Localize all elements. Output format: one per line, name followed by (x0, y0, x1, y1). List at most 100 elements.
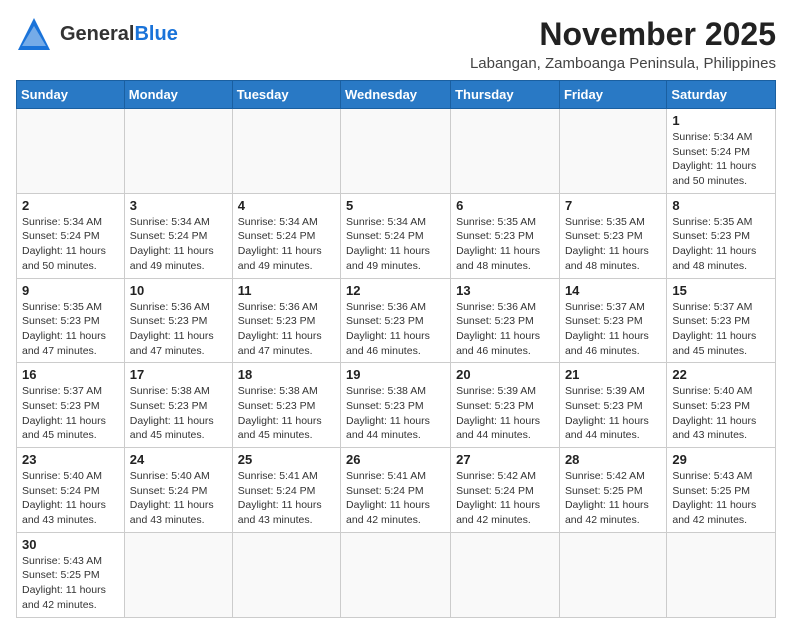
day-info: Sunrise: 5:35 AM Sunset: 5:23 PM Dayligh… (672, 215, 770, 274)
day-info: Sunrise: 5:40 AM Sunset: 5:24 PM Dayligh… (130, 469, 227, 528)
day-info: Sunrise: 5:42 AM Sunset: 5:24 PM Dayligh… (456, 469, 554, 528)
calendar-cell: 19Sunrise: 5:38 AM Sunset: 5:23 PM Dayli… (341, 363, 451, 448)
calendar-cell (451, 532, 560, 617)
day-info: Sunrise: 5:39 AM Sunset: 5:23 PM Dayligh… (565, 384, 661, 443)
calendar-cell: 17 Sunrise: 5:38 AM Sunset: 5:23 PM Dayli… (124, 363, 232, 448)
month-title: November 2025 (470, 16, 776, 53)
calendar-cell: 1 Sunrise: 5:34 AM Sunset: 5:24 PM Daylig… (667, 109, 776, 194)
day-info: Sunrise: 5:40 AM Sunset: 5:23 PM Dayligh… (672, 384, 770, 443)
logo: GeneralBlue (16, 16, 178, 52)
day-number: 7 (565, 198, 661, 213)
calendar-cell: 28Sunrise: 5:42 AM Sunset: 5:25 PM Dayli… (559, 448, 666, 533)
day-number: 9 (22, 283, 119, 298)
calendar-week-row: 1 Sunrise: 5:34 AM Sunset: 5:24 PM Daylig… (17, 109, 776, 194)
day-number: 27 (456, 452, 554, 467)
day-number: 16 (22, 367, 119, 382)
calendar-week-row: 9 Sunrise: 5:35 AM Sunset: 5:23 PM Daylig… (17, 278, 776, 363)
day-info: Sunrise: 5:36 AM Sunset: 5:23 PM Dayligh… (456, 300, 554, 359)
day-number: 22 (672, 367, 770, 382)
day-number: 6 (456, 198, 554, 213)
day-number: 26 (346, 452, 445, 467)
day-number: 11 (238, 283, 335, 298)
day-info: Sunrise: 5:34 AM Sunset: 5:24 PM Dayligh… (346, 215, 445, 274)
day-info: Sunrise: 5:43 AM Sunset: 5:25 PM Dayligh… (22, 554, 119, 613)
col-friday: Friday (559, 81, 666, 109)
day-info: Sunrise: 5:41 AM Sunset: 5:24 PM Dayligh… (238, 469, 335, 528)
day-info: Sunrise: 5:37 AM Sunset: 5:23 PM Dayligh… (22, 384, 119, 443)
calendar-cell (559, 109, 666, 194)
calendar-cell: 18Sunrise: 5:38 AM Sunset: 5:23 PM Dayli… (232, 363, 340, 448)
calendar-cell (232, 109, 340, 194)
calendar-cell (341, 109, 451, 194)
page-header: GeneralBlue November 2025 Labangan, Zamb… (16, 16, 776, 72)
day-number: 15 (672, 283, 770, 298)
logo-text: GeneralBlue (60, 23, 178, 45)
calendar-cell: 29Sunrise: 5:43 AM Sunset: 5:25 PM Dayli… (667, 448, 776, 533)
calendar-cell (559, 532, 666, 617)
calendar-cell: 26 Sunrise: 5:41 AM Sunset: 5:24 PM Dayli… (341, 448, 451, 533)
logo-icon (16, 16, 52, 52)
calendar-cell: 3 Sunrise: 5:34 AM Sunset: 5:24 PM Daylig… (124, 193, 232, 278)
day-info: Sunrise: 5:41 AM Sunset: 5:24 PM Dayligh… (346, 469, 445, 528)
calendar-cell: 24Sunrise: 5:40 AM Sunset: 5:24 PM Dayli… (124, 448, 232, 533)
col-thursday: Thursday (451, 81, 560, 109)
calendar-cell (667, 532, 776, 617)
day-info: Sunrise: 5:37 AM Sunset: 5:23 PM Dayligh… (565, 300, 661, 359)
day-number: 29 (672, 452, 770, 467)
day-number: 14 (565, 283, 661, 298)
calendar-week-row: 23Sunrise: 5:40 AM Sunset: 5:24 PM Dayli… (17, 448, 776, 533)
title-section: November 2025 Labangan, Zamboanga Penins… (470, 16, 776, 72)
calendar-cell: 10Sunrise: 5:36 AM Sunset: 5:23 PM Dayli… (124, 278, 232, 363)
day-info: Sunrise: 5:38 AM Sunset: 5:23 PM Dayligh… (346, 384, 445, 443)
day-number: 12 (346, 283, 445, 298)
day-info: Sunrise: 5:38 AM Sunset: 5:23 PM Dayligh… (130, 384, 227, 443)
calendar-header-row: Sunday Monday Tuesday Wednesday Thursday… (17, 81, 776, 109)
calendar-cell (451, 109, 560, 194)
calendar-week-row: 30 Sunrise: 5:43 AM Sunset: 5:25 PM Dayli… (17, 532, 776, 617)
calendar-cell: 25 Sunrise: 5:41 AM Sunset: 5:24 PM Dayli… (232, 448, 340, 533)
calendar-cell (124, 109, 232, 194)
col-tuesday: Tuesday (232, 81, 340, 109)
day-info: Sunrise: 5:34 AM Sunset: 5:24 PM Dayligh… (130, 215, 227, 274)
col-saturday: Saturday (667, 81, 776, 109)
calendar-cell: 7 Sunrise: 5:35 AM Sunset: 5:23 PM Daylig… (559, 193, 666, 278)
calendar-table: Sunday Monday Tuesday Wednesday Thursday… (16, 80, 776, 618)
calendar-cell (124, 532, 232, 617)
day-info: Sunrise: 5:36 AM Sunset: 5:23 PM Dayligh… (238, 300, 335, 359)
calendar-cell (341, 532, 451, 617)
col-wednesday: Wednesday (341, 81, 451, 109)
day-info: Sunrise: 5:36 AM Sunset: 5:23 PM Dayligh… (130, 300, 227, 359)
calendar-cell: 9 Sunrise: 5:35 AM Sunset: 5:23 PM Daylig… (17, 278, 125, 363)
col-sunday: Sunday (17, 81, 125, 109)
day-info: Sunrise: 5:36 AM Sunset: 5:23 PM Dayligh… (346, 300, 445, 359)
calendar-cell (17, 109, 125, 194)
day-number: 25 (238, 452, 335, 467)
calendar-cell: 5Sunrise: 5:34 AM Sunset: 5:24 PM Daylig… (341, 193, 451, 278)
day-number: 17 (130, 367, 227, 382)
day-info: Sunrise: 5:37 AM Sunset: 5:23 PM Dayligh… (672, 300, 770, 359)
calendar-cell: 30 Sunrise: 5:43 AM Sunset: 5:25 PM Dayli… (17, 532, 125, 617)
day-info: Sunrise: 5:34 AM Sunset: 5:24 PM Dayligh… (672, 130, 770, 189)
calendar-cell: 16 Sunrise: 5:37 AM Sunset: 5:23 PM Dayli… (17, 363, 125, 448)
calendar-cell: 14 Sunrise: 5:37 AM Sunset: 5:23 PM Dayli… (559, 278, 666, 363)
day-number: 1 (672, 113, 770, 128)
calendar-cell: 8Sunrise: 5:35 AM Sunset: 5:23 PM Daylig… (667, 193, 776, 278)
day-info: Sunrise: 5:39 AM Sunset: 5:23 PM Dayligh… (456, 384, 554, 443)
calendar-cell: 22 Sunrise: 5:40 AM Sunset: 5:23 PM Dayli… (667, 363, 776, 448)
day-info: Sunrise: 5:35 AM Sunset: 5:23 PM Dayligh… (22, 300, 119, 359)
calendar-cell: 23Sunrise: 5:40 AM Sunset: 5:24 PM Dayli… (17, 448, 125, 533)
calendar-cell: 15 Sunrise: 5:37 AM Sunset: 5:23 PM Dayli… (667, 278, 776, 363)
day-info: Sunrise: 5:34 AM Sunset: 5:24 PM Dayligh… (238, 215, 335, 274)
day-number: 30 (22, 537, 119, 552)
calendar-cell (232, 532, 340, 617)
day-info: Sunrise: 5:35 AM Sunset: 5:23 PM Dayligh… (565, 215, 661, 274)
calendar-cell: 21 Sunrise: 5:39 AM Sunset: 5:23 PM Dayli… (559, 363, 666, 448)
day-number: 3 (130, 198, 227, 213)
calendar-cell: 2Sunrise: 5:34 AM Sunset: 5:24 PM Daylig… (17, 193, 125, 278)
day-info: Sunrise: 5:40 AM Sunset: 5:24 PM Dayligh… (22, 469, 119, 528)
calendar-cell: 6Sunrise: 5:35 AM Sunset: 5:23 PM Daylig… (451, 193, 560, 278)
day-number: 20 (456, 367, 554, 382)
day-number: 21 (565, 367, 661, 382)
calendar-cell: 13Sunrise: 5:36 AM Sunset: 5:23 PM Dayli… (451, 278, 560, 363)
calendar-cell: 11 Sunrise: 5:36 AM Sunset: 5:23 PM Dayli… (232, 278, 340, 363)
